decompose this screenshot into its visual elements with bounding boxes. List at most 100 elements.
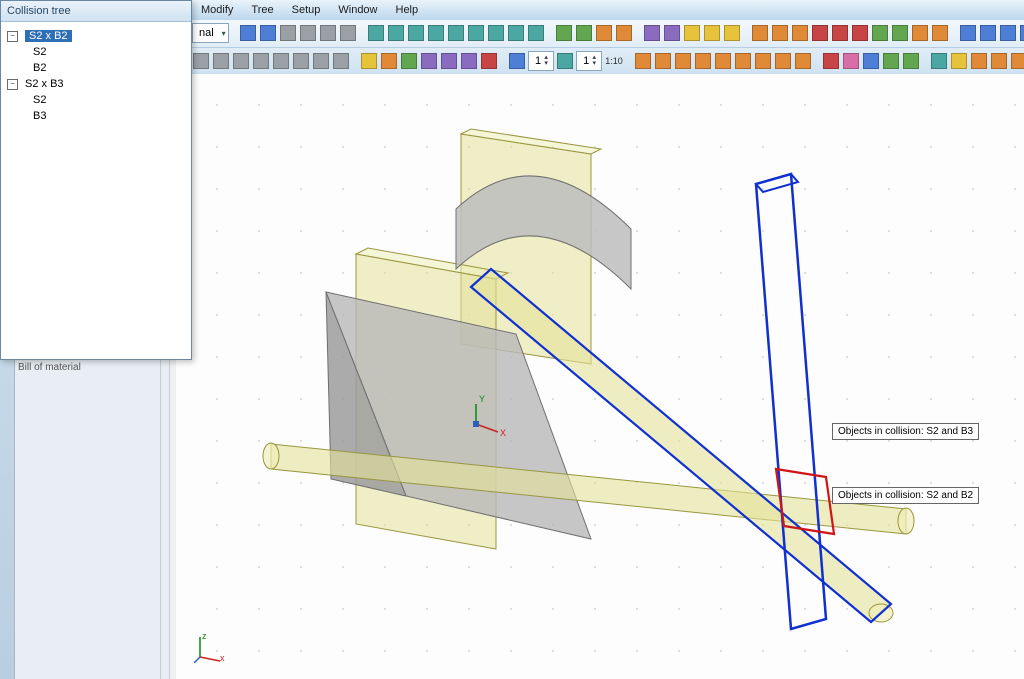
tb-z3[interactable] <box>232 51 250 71</box>
tb-p2[interactable] <box>950 51 968 71</box>
tb-l4[interactable] <box>811 23 829 43</box>
tb-s4[interactable] <box>1019 23 1024 43</box>
spinner-2[interactable]: 1 ▴▾ <box>576 51 602 71</box>
tb-d3[interactable] <box>683 23 701 43</box>
tree-toggle-icon[interactable]: − <box>7 79 18 90</box>
tb-v3[interactable] <box>407 23 425 43</box>
tb-z5[interactable] <box>272 51 290 71</box>
tb-l8[interactable] <box>891 23 909 43</box>
tb-v4[interactable] <box>427 23 445 43</box>
tb-s2[interactable] <box>979 23 997 43</box>
style-dropdown[interactable]: nal <box>192 23 229 43</box>
menu-item-tree[interactable]: Tree <box>242 0 282 20</box>
scale-button[interactable]: 1:10 <box>604 51 624 71</box>
tb-v8[interactable] <box>507 23 525 43</box>
tb-h7[interactable] <box>754 51 772 71</box>
tb-k5[interactable] <box>902 51 920 71</box>
tb-redo[interactable] <box>259 23 277 43</box>
tb-c1[interactable] <box>508 51 526 71</box>
spinner-buttons[interactable]: ▴▾ <box>541 55 551 67</box>
tb-cut[interactable] <box>279 23 297 43</box>
tb-m3[interactable] <box>595 23 613 43</box>
tb-h8[interactable] <box>774 51 792 71</box>
tb-l3[interactable] <box>791 23 809 43</box>
menu-item-setup[interactable]: Setup <box>283 0 330 20</box>
tb-undo[interactable] <box>239 23 257 43</box>
tree-node-s2xb3[interactable]: − S2 x B3 <box>5 76 187 92</box>
tb-d1[interactable] <box>643 23 661 43</box>
tree-node-s2xb2[interactable]: − S2 x B2 <box>5 28 187 44</box>
tb-z4[interactable] <box>252 51 270 71</box>
tb-b7[interactable] <box>480 51 498 71</box>
tb-la[interactable] <box>931 23 949 43</box>
menu-item-modify[interactable]: Modify <box>192 0 242 20</box>
tb-b5[interactable] <box>440 51 458 71</box>
tb-m1[interactable] <box>555 23 573 43</box>
tb-d2[interactable] <box>663 23 681 43</box>
tb-h4[interactable] <box>694 51 712 71</box>
tb-z1[interactable] <box>192 51 210 71</box>
tb-props[interactable] <box>339 23 357 43</box>
tb-b1[interactable] <box>360 51 378 71</box>
tb-b6[interactable] <box>460 51 478 71</box>
tb-paste[interactable] <box>319 23 337 43</box>
tb-m4[interactable] <box>615 23 633 43</box>
tb-b4[interactable] <box>420 51 438 71</box>
tb-k3[interactable] <box>862 51 880 71</box>
tb-l6[interactable] <box>851 23 869 43</box>
tb-l9[interactable] <box>911 23 929 43</box>
tb-z6[interactable] <box>292 51 310 71</box>
tb-v9[interactable] <box>527 23 545 43</box>
tb-v5[interactable] <box>447 23 465 43</box>
spinner-buttons[interactable]: ▴▾ <box>589 55 599 67</box>
dim-icon <box>664 25 680 41</box>
tb-h5[interactable] <box>714 51 732 71</box>
tb-h3[interactable] <box>674 51 692 71</box>
tree-node-b2[interactable]: B2 <box>5 60 187 76</box>
tb-copy[interactable] <box>299 23 317 43</box>
tb-h1[interactable] <box>634 51 652 71</box>
tb-h9[interactable] <box>794 51 812 71</box>
tb-v2[interactable] <box>387 23 405 43</box>
tb-d5[interactable] <box>723 23 741 43</box>
tb-v1[interactable] <box>367 23 385 43</box>
tb-m2[interactable] <box>575 23 593 43</box>
collision-tree-title-bar[interactable]: Collision tree <box>1 1 191 22</box>
tb-p5[interactable] <box>1010 51 1024 71</box>
3d-viewport[interactable]: Y X Objects in collision: S2 and B3 Obje… <box>176 74 1024 679</box>
icon <box>991 53 1007 69</box>
tree-node-s2-b[interactable]: S2 <box>5 92 187 108</box>
tb-l7[interactable] <box>871 23 889 43</box>
tb-k4[interactable] <box>882 51 900 71</box>
tb-p4[interactable] <box>990 51 1008 71</box>
tb-k2[interactable] <box>842 51 860 71</box>
tb-h6[interactable] <box>734 51 752 71</box>
tb-h2[interactable] <box>654 51 672 71</box>
tb-p3[interactable] <box>970 51 988 71</box>
tree-node-s2[interactable]: S2 <box>5 44 187 60</box>
tb-d4[interactable] <box>703 23 721 43</box>
tb-l5[interactable] <box>831 23 849 43</box>
tb-l1[interactable] <box>751 23 769 43</box>
bill-of-material-tab[interactable]: Bill of material <box>18 362 81 373</box>
menu-item-window[interactable]: Window <box>329 0 386 20</box>
menu-item-help[interactable]: Help <box>387 0 428 20</box>
tb-k1[interactable] <box>822 51 840 71</box>
tb-z8[interactable] <box>332 51 350 71</box>
tb-p1[interactable] <box>930 51 948 71</box>
view-icon <box>388 25 404 41</box>
tb-v6[interactable] <box>467 23 485 43</box>
tb-s3[interactable] <box>999 23 1017 43</box>
tb-l2[interactable] <box>771 23 789 43</box>
tb-b3[interactable] <box>400 51 418 71</box>
tb-b2[interactable] <box>380 51 398 71</box>
tb-z7[interactable] <box>312 51 330 71</box>
tree-node-b3[interactable]: B3 <box>5 108 187 124</box>
tb-s1[interactable] <box>959 23 977 43</box>
tree-toggle-icon[interactable]: − <box>7 31 18 42</box>
collision-tree-window[interactable]: Collision tree − S2 x B2 S2 B2 − S2 x B3… <box>0 0 192 360</box>
tb-c2[interactable] <box>556 51 574 71</box>
tb-v7[interactable] <box>487 23 505 43</box>
spinner-1[interactable]: 1 ▴▾ <box>528 51 554 71</box>
tb-z2[interactable] <box>212 51 230 71</box>
